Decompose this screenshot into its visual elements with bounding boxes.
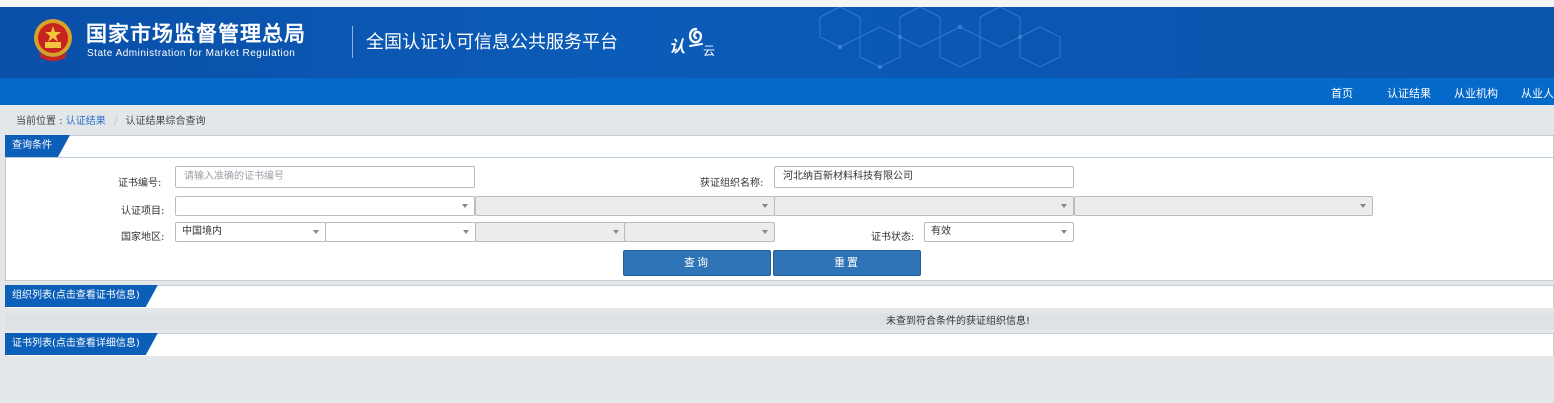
chevron-down-icon [762, 204, 768, 208]
hexagon-pattern-decoration [819, 7, 1061, 69]
org-name-label: 获证组织名称: [700, 178, 764, 189]
chevron-down-icon [762, 230, 768, 234]
org-list-panel-tab: 组织列表(点击查看证书信息) [5, 285, 158, 307]
org-name-input[interactable]: 河北纳百新材料科技有限公司 [774, 166, 1074, 188]
org-name-en: State Administration for Market Regulati… [87, 48, 296, 59]
org-list-empty-row: 未查到符合条件的获证组织信息! [5, 313, 1554, 330]
platform-title: 全国认证认可信息公共服务平台 [366, 32, 618, 53]
project-select-3[interactable] [774, 196, 1074, 216]
nav-item-home[interactable]: 首页 [1331, 85, 1353, 101]
reset-button[interactable]: 重置 [773, 250, 921, 276]
org-list-empty-message: 未查到符合条件的获证组织信息! [886, 316, 1031, 327]
region-select-district[interactable] [624, 222, 775, 242]
renzheng-yun-logo: 认 云 [669, 24, 721, 62]
main-nav: 首页 认证结果 从业机构 从业人 [0, 78, 1554, 105]
logo-text-ren: 认 [669, 37, 686, 56]
region-select-city[interactable] [475, 222, 626, 242]
breadcrumb-prefix: 当前位置 : [16, 116, 63, 127]
query-panel-header: 查询条件 [6, 136, 1553, 158]
nav-item-cert-results[interactable]: 认证结果 [1387, 85, 1431, 101]
org-list-panel: 组织列表(点击查看证书信息) [5, 285, 1554, 308]
query-panel: 查询条件 证书编号: 请输入准确的证书编号 获证组织名称: 河北纳百新材料科技有… [5, 135, 1554, 281]
header-divider [352, 26, 353, 58]
org-list-panel-header: 组织列表(点击查看证书信息) [6, 286, 1553, 308]
status-select-value: 有效 [931, 226, 951, 237]
project-select-1[interactable] [175, 196, 475, 216]
breadcrumb-link-cert-results[interactable]: 认证结果 [66, 116, 106, 127]
chevron-down-icon [463, 230, 469, 234]
site-header: 国家市场监督管理总局 State Administration for Mark… [0, 0, 1554, 78]
header-top-gap [0, 0, 1554, 7]
cert-list-panel: 证书列表(点击查看详细信息) [5, 333, 1554, 356]
region-label: 国家地区: [121, 232, 165, 243]
cert-no-label: 证书编号: [118, 178, 162, 189]
nav-item-agencies[interactable]: 从业机构 [1454, 85, 1498, 101]
region-select-province[interactable] [325, 222, 476, 242]
region-select-value: 中国境内 [182, 226, 222, 237]
org-name-cn: 国家市场监督管理总局 [86, 22, 306, 46]
region-select-country[interactable]: 中国境内 [175, 222, 326, 242]
chevron-down-icon [1360, 204, 1366, 208]
chevron-down-icon [613, 230, 619, 234]
cert-no-input[interactable]: 请输入准确的证书编号 [175, 166, 475, 188]
breadcrumb-current: 认证结果综合查询 [125, 116, 206, 127]
cert-list-panel-tab: 证书列表(点击查看详细信息) [5, 333, 158, 355]
project-label: 认证项目: [121, 206, 165, 217]
chevron-down-icon [313, 230, 319, 234]
cert-list-panel-header: 证书列表(点击查看详细信息) [6, 334, 1553, 356]
breadcrumb: 当前位置 : 认证结果 / 认证结果综合查询 [16, 112, 206, 127]
chevron-down-icon [1061, 230, 1067, 234]
project-select-4[interactable] [1074, 196, 1373, 216]
breadcrumb-separator: / [113, 116, 118, 127]
logo-text-yun: 云 [703, 44, 716, 58]
chevron-down-icon [1061, 204, 1067, 208]
search-button[interactable]: 查询 [623, 250, 771, 276]
project-select-2[interactable] [475, 196, 775, 216]
national-emblem-icon [34, 19, 72, 61]
status-select[interactable]: 有效 [924, 222, 1074, 242]
query-panel-tab: 查询条件 [5, 135, 70, 157]
chevron-down-icon [462, 204, 468, 208]
status-label: 证书状态: [871, 232, 915, 243]
nav-item-personnel[interactable]: 从业人 [1521, 85, 1554, 101]
